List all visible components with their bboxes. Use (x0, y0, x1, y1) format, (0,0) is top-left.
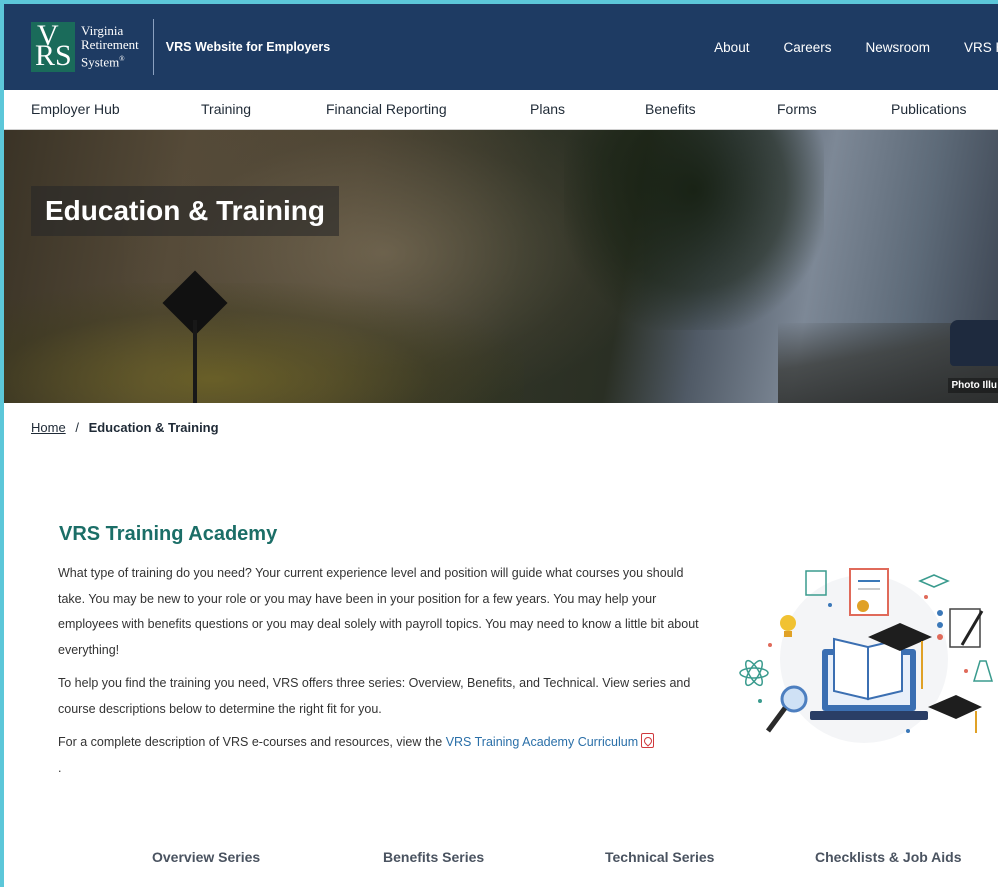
curriculum-text: For a complete description of VRS e-cour… (58, 735, 446, 749)
page-frame: V RS Virginia Retirement System® VRS Web… (4, 4, 998, 887)
main-nav-publications[interactable]: Publications (891, 101, 967, 117)
breadcrumb-separator: / (75, 420, 79, 435)
academy-paragraph-3: For a complete description of VRS e-cour… (58, 730, 708, 756)
car-icon (950, 320, 998, 366)
main-nav-employer-hub[interactable]: Employer Hub (31, 101, 120, 117)
tab-overview-series[interactable]: Overview Series (152, 849, 260, 865)
breadcrumb-home-link[interactable]: Home (31, 420, 66, 435)
logo-line-3: System® (81, 54, 125, 70)
header-divider (152, 19, 154, 75)
breadcrumb-current: Education & Training (88, 420, 219, 435)
tab-technical-series[interactable]: Technical Series (605, 849, 714, 865)
page-title: Education & Training (31, 186, 340, 236)
tab-checklists-job-aids[interactable]: Checklists & Job Aids (815, 849, 962, 865)
hero-trees (564, 130, 824, 330)
site-header: V RS Virginia Retirement System® VRS Web… (4, 4, 998, 90)
site-title: VRS Website for Employers (165, 40, 331, 54)
curriculum-period: . (58, 760, 62, 775)
logo-mark-text-2: RS (35, 39, 72, 72)
logo-wordmark: Virginia Retirement System® (81, 24, 139, 69)
photo-credit: Photo Illu (948, 378, 998, 393)
vrs-logo[interactable]: V RS Virginia Retirement System® (31, 19, 139, 75)
academy-paragraph-2: To help you find the training you need, … (58, 676, 691, 716)
main-nav-training[interactable]: Training (201, 101, 251, 117)
breadcrumb: Home / Education & Training (31, 420, 219, 435)
main-nav-plans[interactable]: Plans (530, 101, 565, 117)
main-nav-benefits[interactable]: Benefits (645, 101, 696, 117)
main-nav-financial-reporting[interactable]: Financial Reporting (326, 101, 447, 117)
academy-content: What type of training do you need? Your … (58, 561, 708, 781)
main-nav: Employer Hub Training Financial Reportin… (4, 90, 998, 130)
curriculum-link[interactable]: VRS Training Academy Curriculum (446, 735, 638, 749)
pdf-icon[interactable] (641, 733, 655, 748)
logo-line-2: Retirement (81, 37, 139, 53)
util-nav-newsroom[interactable]: Newsroom (865, 40, 930, 55)
hero-banner: Education & Training Photo Illu (4, 130, 998, 403)
logo-line-1: Virginia (81, 23, 124, 39)
academy-paragraph-1: What type of training do you need? Your … (58, 566, 699, 657)
util-nav-about[interactable]: About (714, 40, 749, 55)
logo-line-3-text: System (81, 54, 120, 70)
util-nav-careers[interactable]: Careers (783, 40, 831, 55)
series-tabs: Overview Series Benefits Series Technica… (4, 849, 998, 879)
tab-benefits-series[interactable]: Benefits Series (383, 849, 484, 865)
road-sign-post (193, 320, 197, 403)
utility-nav: About Careers Newsroom VRS Hom (680, 4, 998, 90)
main-nav-forms[interactable]: Forms (777, 101, 817, 117)
vrs-logo-mark: V RS (31, 21, 75, 72)
academy-title: VRS Training Academy (59, 523, 278, 545)
util-nav-vrs-home[interactable]: VRS Hom (964, 40, 998, 55)
education-illustration-icon (739, 568, 994, 743)
hero-foliage (4, 283, 524, 403)
